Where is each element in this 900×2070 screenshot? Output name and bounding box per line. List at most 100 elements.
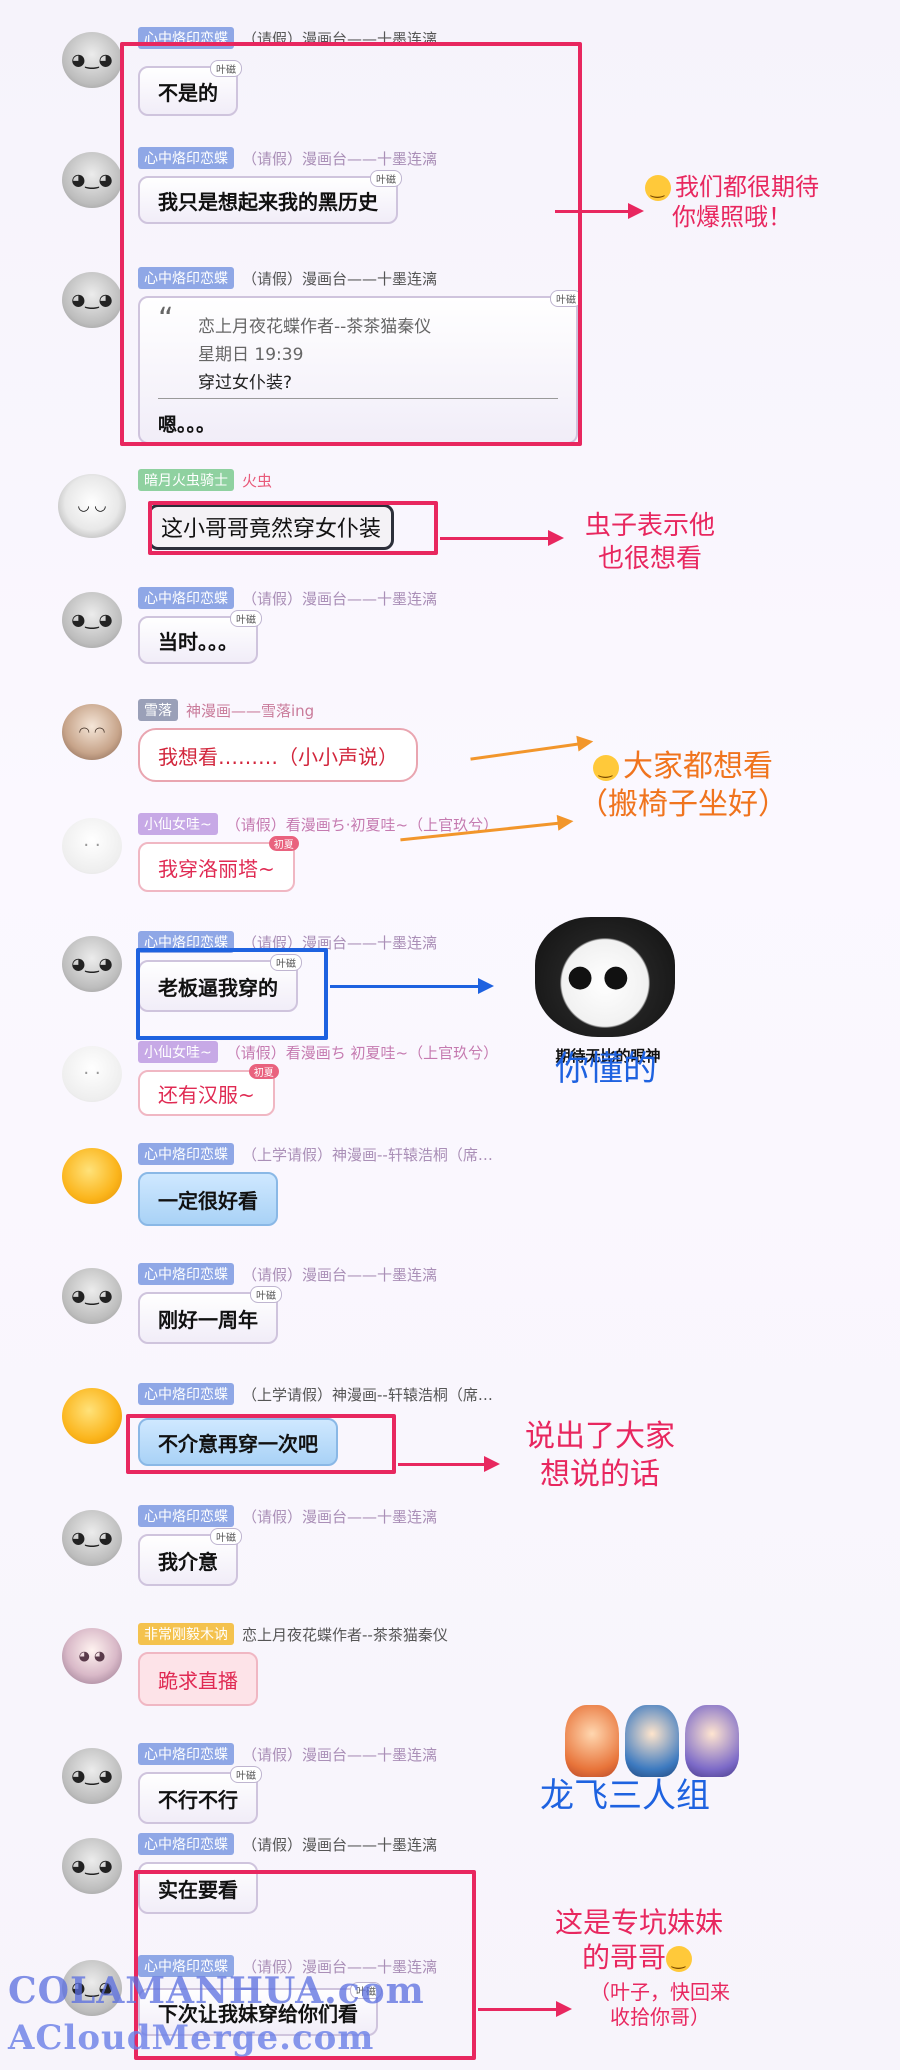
message-item: 小仙女哇~ （请假）看漫画ち·初夏哇~（上官玖兮） 我穿洛丽塔~ 初夏	[0, 813, 900, 904]
user-avatar[interactable]	[62, 936, 122, 992]
user-avatar[interactable]	[62, 1268, 122, 1324]
sender-name: 小仙女哇~	[138, 1041, 218, 1063]
sender-name: 暗月火虫骑士	[138, 469, 234, 491]
message-bubble[interactable]: 一定很好看	[138, 1172, 278, 1226]
user-avatar[interactable]	[62, 1510, 122, 1566]
highlight-frame	[120, 42, 582, 446]
message-bubble[interactable]: 不行不行 叶磁	[138, 1766, 262, 1824]
message-text: 我介意	[158, 1549, 218, 1574]
user-avatar[interactable]	[62, 1388, 122, 1444]
annotation-text: 大家都想看（搬椅子坐好）	[578, 748, 788, 823]
watermark-line2: ACloudMerge.com	[8, 2018, 375, 2058]
sender-line: 暗月火虫骑士 火虫	[138, 469, 273, 491]
sender-title: （请假）漫画台——十墨连漓	[242, 589, 438, 608]
user-avatar[interactable]	[62, 1628, 122, 1684]
annotation-arrow	[478, 2001, 572, 2017]
panda-meme-icon	[535, 917, 675, 1037]
user-avatar[interactable]	[62, 1148, 122, 1204]
user-avatar[interactable]	[62, 272, 122, 328]
user-avatar[interactable]	[62, 592, 122, 648]
message-bubble[interactable]: 我穿洛丽塔~ 初夏	[138, 836, 299, 892]
sender-line: 非常刚毅木讷 恋上月夜花蝶作者--茶茶猫秦仪	[138, 1623, 448, 1645]
sender-title: （上学请假）神漫画--轩辕浩桐（席…	[242, 1385, 493, 1404]
level-badge: 叶磁	[210, 1528, 242, 1545]
sender-name: 小仙女哇~	[138, 813, 218, 835]
sender-name: 心中烙印恋蝶	[138, 1743, 234, 1765]
message-text: 不行不行	[158, 1787, 238, 1812]
sender-line: 心中烙印恋蝶 （请假）漫画台——十墨连漓	[138, 1833, 437, 1855]
message-item: 心中烙印恋蝶 （请假）漫画台——十墨连漓 刚好一周年 叶磁	[0, 1263, 900, 1354]
watermark: COLAMANHUA.com	[8, 1970, 425, 2012]
user-avatar[interactable]	[62, 32, 122, 88]
grin-emoji-icon	[593, 754, 619, 781]
sender-line: 心中烙印恋蝶 （上学请假）神漫画--轩辕浩桐（席…	[138, 1383, 493, 1405]
sender-title: 恋上月夜花蝶作者--茶茶猫秦仪	[242, 1625, 448, 1644]
message-bubble[interactable]: 还有汉服~ 初夏	[138, 1064, 279, 1116]
message-item: 心中烙印恋蝶 （请假）漫画台——十墨连漓 我介意 叶磁	[0, 1505, 900, 1596]
sender-title: （请假）漫画台——十墨连漓	[242, 1265, 438, 1284]
user-avatar[interactable]	[58, 474, 126, 538]
sender-name: 非常刚毅木讷	[138, 1623, 234, 1645]
watermark-line1: COLAMANHUA.com	[8, 1970, 425, 2012]
message-item: 心中烙印恋蝶 （上学请假）神漫画--轩辕浩桐（席… 一定很好看	[0, 1143, 900, 1234]
highlight-frame	[126, 1414, 396, 1474]
highlight-frame	[136, 948, 328, 1040]
sender-title: （请假）看漫画ち 初夏哇~（上官玖兮）	[225, 1043, 499, 1062]
sender-title: （请假）漫画台——十墨连漓	[242, 1745, 438, 1764]
message-bubble[interactable]: 当时。。。 叶磁	[138, 610, 262, 664]
sender-line: 小仙女哇~ （请假）看漫画ち 初夏哇~（上官玖兮）	[138, 1041, 499, 1063]
sender-line: 心中烙印恋蝶 （请假）漫画台——十墨连漓	[138, 587, 438, 609]
message-item: 非常刚毅木讷 恋上月夜花蝶作者--茶茶猫秦仪 跪求直播	[0, 1623, 900, 1714]
message-text: 我想看………（小小声说）	[158, 744, 398, 769]
sender-title: （请假）漫画台——十墨连漓	[242, 1507, 438, 1526]
message-bubble[interactable]: 我想看………（小小声说）	[138, 728, 418, 782]
annotation-arrow	[330, 978, 494, 994]
sender-line: 雪落 神漫画——雪落ing	[138, 699, 315, 721]
user-avatar[interactable]	[62, 1748, 122, 1804]
sender-name: 心中烙印恋蝶	[138, 1383, 234, 1405]
level-badge: 初夏	[268, 836, 299, 851]
user-avatar[interactable]	[62, 704, 122, 760]
sender-name: 心中烙印恋蝶	[138, 1263, 234, 1285]
annotation-text: 这是专坑妹妹 的哥哥	[555, 1905, 723, 1975]
message-bubble[interactable]: 跪求直播	[138, 1652, 258, 1706]
message-text: 还有汉服~	[158, 1082, 255, 1107]
message-item: 暗月火虫骑士 火虫 这小哥哥竟然穿女仆装	[0, 469, 900, 560]
message-item: 心中烙印恋蝶 （请假）漫画台——十墨连漓 不行不行 叶磁	[0, 1743, 900, 1834]
message-item: 小仙女哇~ （请假）看漫画ち 初夏哇~（上官玖兮） 还有汉服~ 初夏	[0, 1041, 900, 1132]
user-avatar[interactable]	[62, 1838, 122, 1894]
sender-line: 心中烙印恋蝶 （上学请假）神漫画--轩辕浩桐（席…	[138, 1143, 493, 1165]
sender-name: 心中烙印恋蝶	[138, 1505, 234, 1527]
message-text: 跪求直播	[158, 1668, 238, 1693]
laughing-emoji-icon	[666, 1946, 693, 1972]
message-text: 当时。。。	[158, 629, 238, 654]
message-bubble[interactable]: 我介意 叶磁	[138, 1528, 242, 1586]
level-badge: 叶磁	[230, 610, 262, 627]
level-badge: 叶磁	[230, 1766, 262, 1783]
message-bubble[interactable]: 刚好一周年 叶磁	[138, 1286, 282, 1344]
sender-name: 雪落	[138, 699, 178, 721]
annotation-arrow	[440, 530, 564, 546]
user-avatar[interactable]	[62, 818, 122, 874]
sender-title: （上学请假）神漫画--轩辕浩桐（席…	[242, 1145, 493, 1164]
annotation-arrow	[555, 203, 644, 219]
annotation-text: 虫子表示他 也很想看	[585, 511, 716, 574]
user-avatar[interactable]	[62, 152, 122, 208]
highlight-frame	[148, 501, 438, 555]
sender-line: 小仙女哇~ （请假）看漫画ち·初夏哇~（上官玖兮）	[138, 813, 498, 835]
sender-title: 神漫画——雪落ing	[186, 701, 315, 720]
message-item: 心中烙印恋蝶 （请假）漫画台——十墨连漓 老板逼我穿的 叶磁	[0, 931, 900, 1032]
sender-name: 心中烙印恋蝶	[138, 1143, 234, 1165]
sender-title: 火虫	[242, 471, 273, 490]
level-badge: 叶磁	[250, 1286, 282, 1303]
message-item: 心中烙印恋蝶 （请假）漫画台——十墨连漓 当时。。。 叶磁	[0, 587, 900, 678]
user-avatar[interactable]	[62, 1046, 122, 1102]
watermark: ACloudMerge.com	[8, 2018, 374, 2058]
level-badge: 初夏	[248, 1064, 279, 1079]
sender-line: 心中烙印恋蝶 （请假）漫画台——十墨连漓	[138, 1263, 438, 1285]
sender-line: 心中烙印恋蝶 （请假）漫画台——十墨连漓	[138, 1505, 438, 1527]
message-text: 我穿洛丽塔~	[158, 856, 275, 881]
annotation-text: 我们都很期待你爆照哦！	[645, 172, 819, 232]
smile-emoji-icon	[645, 175, 671, 201]
annotation-text: （叶子，快回来 收拾你哥）	[590, 1980, 730, 2029]
